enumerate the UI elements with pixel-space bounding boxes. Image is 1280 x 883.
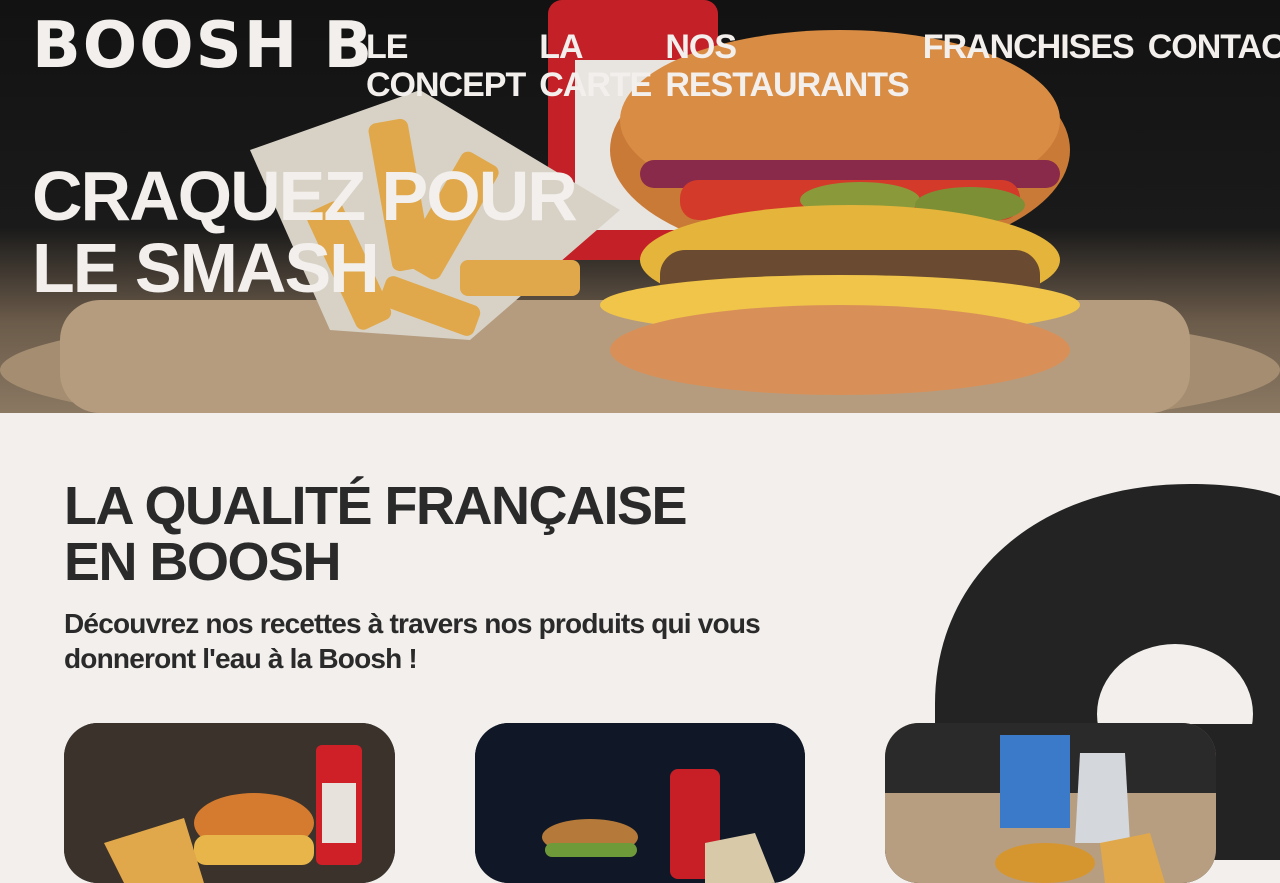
nav-item-contact[interactable]: CONTACT xyxy=(1148,28,1280,104)
brand-logo[interactable]: BOOSH B xyxy=(32,12,374,80)
hero-title-line2: LE SMASH xyxy=(32,229,380,307)
main-nav: LE CONCEPT LA CARTE NOS RESTAURANTS FRAN… xyxy=(366,28,1280,104)
hero-banner: BOOSH B LE CONCEPT LA CARTE NOS RESTAURA… xyxy=(0,0,1280,413)
product-card-2[interactable] xyxy=(475,723,805,883)
section-subtitle: Découvrez nos recettes à travers nos pro… xyxy=(64,608,761,674)
hero-title-line1: CRAQUEZ POUR xyxy=(32,157,578,235)
nav-item-le-concept[interactable]: LE CONCEPT xyxy=(366,28,526,104)
section-title-line1: LA QUALITÉ FRANÇAISE xyxy=(64,476,687,536)
hero-title: CRAQUEZ POUR LE SMASH xyxy=(32,157,578,307)
section-title-line2: EN BOOSH xyxy=(64,532,342,592)
nav-item-franchises[interactable]: FRANCHISES xyxy=(923,28,1135,104)
burger-menu-photo-1 xyxy=(64,723,395,883)
burger-menu-photo-2 xyxy=(475,723,805,883)
product-card-1[interactable] xyxy=(64,723,395,883)
kids-menu-photo xyxy=(885,723,1216,883)
nav-item-la-carte[interactable]: LA CARTE xyxy=(539,28,652,104)
product-card-3[interactable] xyxy=(885,723,1216,883)
nav-item-nos-restaurants[interactable]: NOS RESTAURANTS xyxy=(665,28,909,104)
section-title: LA QUALITÉ FRANÇAISE EN BOOSH xyxy=(64,476,687,592)
